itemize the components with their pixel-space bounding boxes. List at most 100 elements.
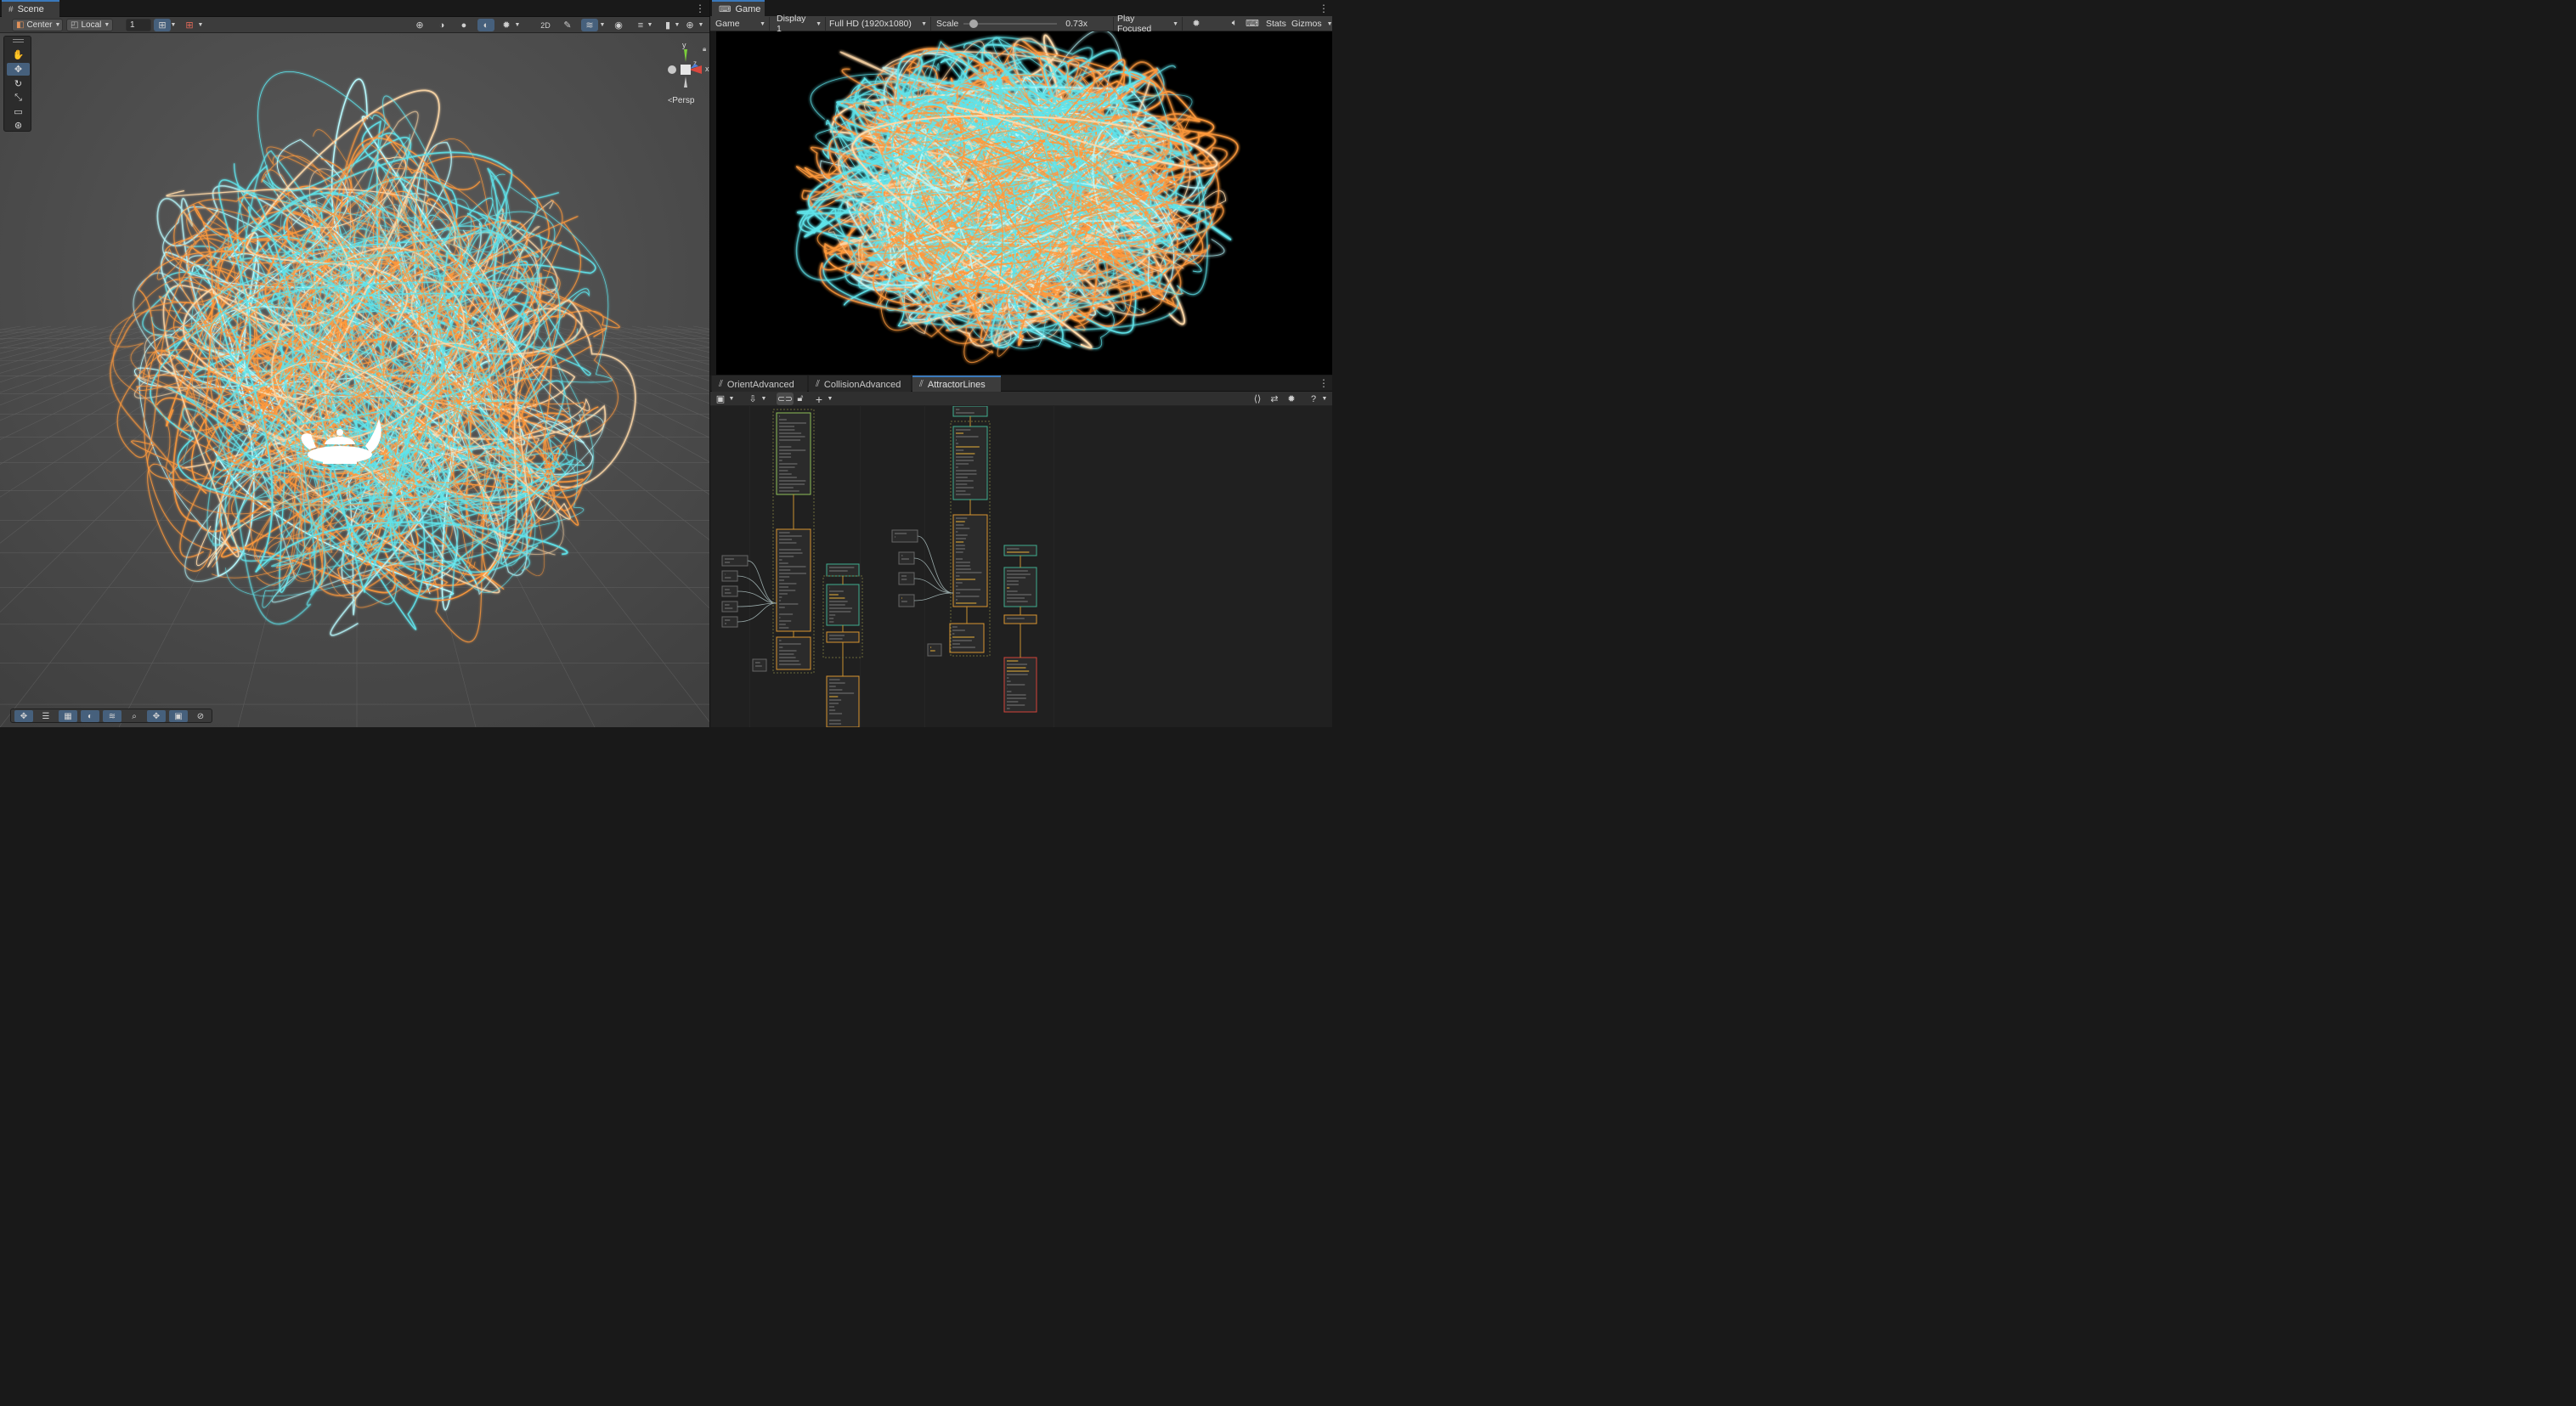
- debug-draw-icon[interactable]: ✹: [498, 19, 515, 31]
- gizmos-options-icon[interactable]: ▼: [697, 19, 705, 31]
- chevron-down-icon: ▼: [1326, 20, 1333, 27]
- vfx-node-graph: [721, 406, 1037, 727]
- vfx-node: [721, 585, 738, 597]
- grid-snap-field[interactable]: 1: [126, 19, 151, 31]
- display-dropdown[interactable]: Display 1 ▼: [773, 14, 826, 34]
- unlit-icon[interactable]: ●: [455, 19, 472, 31]
- chevron-down-icon: ▼: [1172, 20, 1178, 27]
- camera-options-icon[interactable]: ▼: [673, 19, 681, 31]
- overlay-layers-icon[interactable]: ≋: [103, 710, 121, 722]
- persp-label[interactable]: <Persp: [668, 96, 694, 105]
- play-mode-dropdown[interactable]: Play Focused ▼: [1113, 14, 1183, 34]
- vfx-tabbar: ⫽ OrientAdvanced ⫽ CollisionAdvanced ⫽ A…: [710, 375, 1332, 392]
- overlay-search-icon[interactable]: ⌕: [125, 710, 144, 722]
- grid-snap-options-icon[interactable]: ▼: [169, 19, 178, 31]
- resolution-dropdown[interactable]: Full HD (1920x1080) ▼: [826, 17, 931, 31]
- tab-scene[interactable]: # Scene: [2, 0, 59, 17]
- gizmo-neg-y: [684, 76, 687, 88]
- scene-overlay-toolbar: ✥ ☰ ▦ ◐ ≋ ⌕ ✥ ▣ ⊘: [10, 709, 212, 723]
- rotate-tool[interactable]: ↻: [7, 77, 30, 90]
- gizmos-toggle-icon[interactable]: ⊕: [681, 19, 698, 31]
- vfx-data-wire: [737, 602, 777, 607]
- code-view-icon[interactable]: ⟨⟩: [1249, 392, 1266, 405]
- increment-snap-icon[interactable]: ⊞: [181, 19, 198, 31]
- shaded-wireframe-icon[interactable]: ◑: [433, 19, 450, 31]
- overlay-grid-icon[interactable]: ▦: [59, 710, 77, 722]
- mute-audio-icon[interactable]: 🔈︎: [1226, 17, 1243, 30]
- palette-grip[interactable]: [13, 39, 24, 42]
- scene-more-menu-icon[interactable]: ⋮: [695, 3, 705, 14]
- help-icon[interactable]: ?: [1305, 392, 1322, 405]
- save-icon[interactable]: ▣: [712, 392, 729, 405]
- overlay-settings-icon[interactable]: ☰: [37, 710, 55, 722]
- fx-options-icon[interactable]: ▼: [646, 19, 654, 31]
- lock-icon[interactable]: 🔓︎: [792, 392, 809, 405]
- gizmo-y-label: y: [682, 41, 686, 49]
- game-debug-icon[interactable]: ✹: [1188, 17, 1205, 30]
- vfx-node: [1003, 614, 1037, 624]
- add-node-options-icon[interactable]: ▼: [826, 392, 834, 405]
- scale-slider-thumb[interactable]: [969, 20, 979, 28]
- game-render: [716, 31, 1332, 375]
- vfx-node: [721, 616, 738, 628]
- chevron-down-icon: ▼: [104, 22, 110, 28]
- visibility-eye-icon[interactable]: ◉: [610, 19, 627, 31]
- link-icon[interactable]: ⊂⊃: [777, 392, 794, 405]
- overlay-move-icon[interactable]: ✥: [14, 710, 33, 722]
- blackboard-icon[interactable]: ⇄: [1266, 392, 1283, 405]
- wireframe-icon[interactable]: ⊕: [411, 19, 428, 31]
- overlay-compass-icon[interactable]: ⊘: [191, 710, 210, 722]
- scale-slider[interactable]: [963, 20, 1058, 28]
- gizmo-y-axis: [684, 49, 687, 62]
- tab-game[interactable]: ⌨ Game: [712, 0, 765, 17]
- hand-tool[interactable]: ✋: [7, 48, 30, 61]
- vfx-debug-icon[interactable]: ✹: [1283, 392, 1300, 405]
- pivot-rotation-label: Local: [81, 20, 102, 30]
- game-viewport[interactable]: [716, 31, 1332, 375]
- scale-tool[interactable]: ⤡: [7, 92, 30, 104]
- game-mode-dropdown[interactable]: Game ▼: [712, 17, 770, 31]
- vfx-graph-canvas[interactable]: [710, 406, 1332, 727]
- gizmos-dropdown[interactable]: Gizmos ▼: [1288, 17, 1333, 31]
- game-toolbar: Game ▼ Display 1 ▼ Full HD (1920x1080) ▼…: [710, 14, 1333, 34]
- chevron-down-icon: ▼: [760, 20, 765, 27]
- keyboard-shortcuts-icon[interactable]: ⌨: [1244, 17, 1261, 30]
- download-options-icon[interactable]: ▼: [760, 392, 768, 405]
- save-options-icon[interactable]: ▼: [727, 392, 736, 405]
- download-icon[interactable]: ⇩: [744, 392, 761, 405]
- increment-snap-options-icon[interactable]: ▼: [196, 19, 205, 31]
- vfx-more-menu-icon[interactable]: ⋮: [1319, 377, 1329, 389]
- help-options-icon[interactable]: ▼: [1320, 392, 1329, 405]
- stats-button[interactable]: Stats: [1263, 17, 1290, 31]
- vfx-data-wire: [913, 592, 954, 601]
- overlay-shading-icon[interactable]: ◐: [81, 710, 99, 722]
- gizmo-lock-icon[interactable]: 🔒︎: [703, 45, 706, 54]
- lighting-toggle-icon[interactable]: ✎: [559, 19, 576, 31]
- layers-options-icon[interactable]: ▼: [598, 19, 607, 31]
- overlay-pivot-icon[interactable]: ✥: [147, 710, 166, 722]
- tab-attractor-lines[interactable]: ⫽ AttractorLines: [912, 375, 1001, 392]
- scene-viewport[interactable]: ✋ ✥ ↻ ⤡ ▭ ⊛: [0, 33, 709, 727]
- vfx-node: [898, 594, 915, 607]
- overlay-camera-icon[interactable]: ▣: [169, 710, 188, 722]
- pivot-mode-dropdown[interactable]: ◧ Center ▼: [12, 19, 63, 31]
- move-tool[interactable]: ✥: [7, 63, 30, 76]
- vfx-node: [927, 643, 942, 657]
- rect-tool[interactable]: ▭: [7, 105, 30, 118]
- 2d-toggle-icon[interactable]: 2D: [537, 19, 554, 31]
- grid-snap-toggle-icon[interactable]: ⊞: [154, 19, 171, 31]
- chevron-down-icon: ▼: [54, 22, 61, 28]
- transform-tool[interactable]: ⊛: [7, 119, 30, 132]
- add-node-icon[interactable]: +: [811, 392, 828, 406]
- pivot-rotation-dropdown[interactable]: ◰ Local ▼: [66, 19, 113, 31]
- tab-orient-advanced[interactable]: ⫽ OrientAdvanced: [712, 375, 807, 392]
- stats-label: Stats: [1266, 19, 1286, 29]
- game-more-menu-icon[interactable]: ⋮: [1319, 3, 1329, 14]
- rect-icon: ▭: [14, 107, 23, 117]
- tab-collision-advanced[interactable]: ⫽ CollisionAdvanced: [809, 375, 911, 392]
- shaded-icon[interactable]: ◐: [477, 19, 494, 31]
- layers-icon[interactable]: ≋: [581, 19, 598, 31]
- resolution-label: Full HD (1920x1080): [829, 19, 912, 29]
- vfx-node: [891, 529, 918, 543]
- debug-draw-options-icon[interactable]: ▼: [513, 19, 522, 31]
